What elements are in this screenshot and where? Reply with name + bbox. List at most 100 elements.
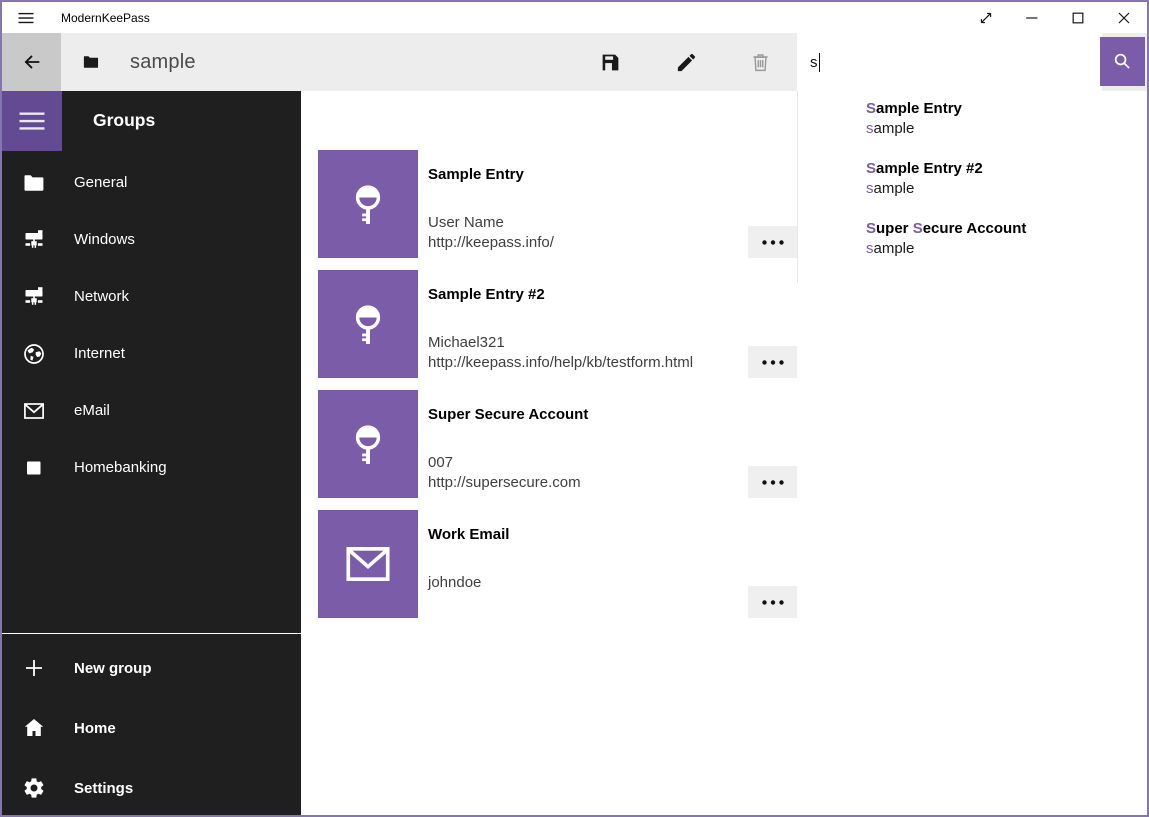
text-segment: ample	[874, 120, 915, 137]
sidebar-item-label: Internet	[74, 345, 125, 362]
entry-tile[interactable]	[318, 150, 418, 258]
sidebar-hamburger-button[interactable]	[2, 91, 62, 151]
close-button[interactable]	[1101, 2, 1147, 33]
search-result[interactable]: Sample Entry #2 sample	[798, 151, 1147, 211]
search-result-title: Sample Entry #2	[866, 159, 1147, 179]
network-icon	[22, 228, 46, 252]
search-button[interactable]	[1100, 37, 1145, 86]
entry-url: http://keepass.info/	[428, 233, 554, 253]
text-segment: S	[866, 160, 876, 177]
entry-username: Michael321	[428, 333, 693, 353]
entry-url: http://keepass.info/help/kb/testform.htm…	[428, 353, 693, 373]
entry-url: http://supersecure.com	[428, 473, 588, 493]
entry-row[interactable]: Sample Entry User Name http://keepass.in…	[318, 150, 797, 258]
sidebar-item-settings[interactable]: Settings	[2, 758, 301, 817]
search-result-subtitle: sample	[866, 239, 1147, 259]
expand-button[interactable]	[963, 2, 1009, 33]
globe-icon	[22, 342, 46, 366]
text-segment: S	[913, 220, 923, 237]
search-input[interactable]: s	[797, 33, 1102, 91]
mail-icon	[22, 399, 46, 423]
sidebar-item-home[interactable]: Home	[2, 698, 301, 758]
entry-title: Sample Entry	[428, 165, 554, 185]
back-button[interactable]	[2, 33, 61, 91]
banking-icon	[22, 456, 46, 480]
entry-tile[interactable]	[318, 510, 418, 618]
save-icon	[599, 51, 622, 74]
search-result-title: Super Secure Account	[866, 219, 1147, 239]
sidebar-item-label: Windows	[74, 231, 135, 248]
entry-more-button[interactable]	[748, 466, 797, 498]
text-segment: ample	[874, 180, 915, 197]
entry-username: johndoe	[428, 573, 509, 593]
key-icon	[342, 418, 394, 470]
sidebar-item-email[interactable]: eMail	[2, 382, 301, 439]
network-icon	[22, 285, 46, 309]
entry-text: Sample Entry #2 Michael321 http://keepas…	[428, 285, 693, 373]
sidebar-item-network[interactable]: Network	[2, 268, 301, 325]
entry-row[interactable]: Sample Entry #2 Michael321 http://keepas…	[318, 270, 797, 378]
search-result-subtitle: sample	[866, 119, 1147, 139]
sidebar-footer: New group Home Settings	[2, 638, 301, 817]
text-segment: s	[866, 180, 874, 197]
text-segment: S	[866, 100, 876, 117]
entry-text: Work Email johndoe	[428, 525, 509, 593]
sidebar-item-label: Homebanking	[74, 459, 167, 476]
window-controls	[963, 2, 1147, 33]
sidebar-item-label: eMail	[74, 402, 110, 419]
sidebar-item-label: Home	[74, 720, 116, 737]
more-icon	[762, 360, 784, 365]
window-title: ModernKeePass	[61, 11, 150, 25]
sidebar-item-label: Settings	[74, 780, 133, 797]
text-segment: uper	[876, 220, 913, 237]
edit-button[interactable]	[662, 38, 710, 86]
sidebar-item-label: Network	[74, 288, 129, 305]
entry-text: Sample Entry User Name http://keepass.in…	[428, 165, 554, 253]
titlebar-menu-button[interactable]	[2, 2, 50, 33]
close-icon	[1114, 8, 1134, 28]
sidebar-heading: Groups	[93, 110, 155, 131]
more-icon	[762, 240, 784, 245]
maximize-icon	[1068, 8, 1088, 28]
entry-tile[interactable]	[318, 270, 418, 378]
mail-icon	[342, 538, 394, 590]
group-list: General Windows Network Internet eMail H…	[2, 154, 301, 496]
delete-button[interactable]	[736, 38, 784, 86]
page-title: sample	[130, 33, 196, 91]
text-segment: s	[866, 240, 874, 257]
sidebar-item-general[interactable]: General	[2, 154, 301, 211]
sidebar-item-homebanking[interactable]: Homebanking	[2, 439, 301, 496]
sidebar-item-windows[interactable]: Windows	[2, 211, 301, 268]
sidebar-item-new-group[interactable]: New group	[2, 638, 301, 698]
entry-more-button[interactable]	[748, 346, 797, 378]
text-segment: ample Entry	[876, 100, 962, 117]
search-result-title: Sample Entry	[866, 99, 1147, 119]
plus-icon	[22, 656, 46, 680]
text-segment: ample Entry #2	[876, 160, 983, 177]
search-result[interactable]: Sample Entry sample	[798, 91, 1147, 151]
sidebar-item-label: New group	[74, 660, 152, 677]
more-icon	[762, 480, 784, 485]
entry-title: Work Email	[428, 525, 509, 545]
maximize-button[interactable]	[1055, 2, 1101, 33]
trash-icon	[749, 51, 772, 74]
entry-row[interactable]: Work Email johndoe	[318, 510, 797, 618]
minimize-button[interactable]	[1009, 2, 1055, 33]
search-icon	[1112, 51, 1133, 72]
search-suggestions-dropdown: Sample Entry sample Sample Entry #2 samp…	[797, 91, 1147, 283]
text-segment: S	[866, 220, 876, 237]
save-button[interactable]	[586, 38, 634, 86]
key-icon	[342, 178, 394, 230]
text-caret	[819, 53, 821, 72]
hamburger-icon	[17, 106, 47, 136]
search-input-value: s	[810, 54, 818, 71]
search-result[interactable]: Super Secure Account sample	[798, 211, 1147, 271]
entry-more-button[interactable]	[748, 226, 797, 258]
sidebar-item-internet[interactable]: Internet	[2, 325, 301, 382]
back-arrow-icon	[21, 51, 43, 73]
entry-title: Sample Entry #2	[428, 285, 693, 305]
entry-row[interactable]: Super Secure Account 007 http://supersec…	[318, 390, 797, 498]
entry-more-button[interactable]	[748, 586, 797, 618]
entry-title: Super Secure Account	[428, 405, 588, 425]
entry-tile[interactable]	[318, 390, 418, 498]
